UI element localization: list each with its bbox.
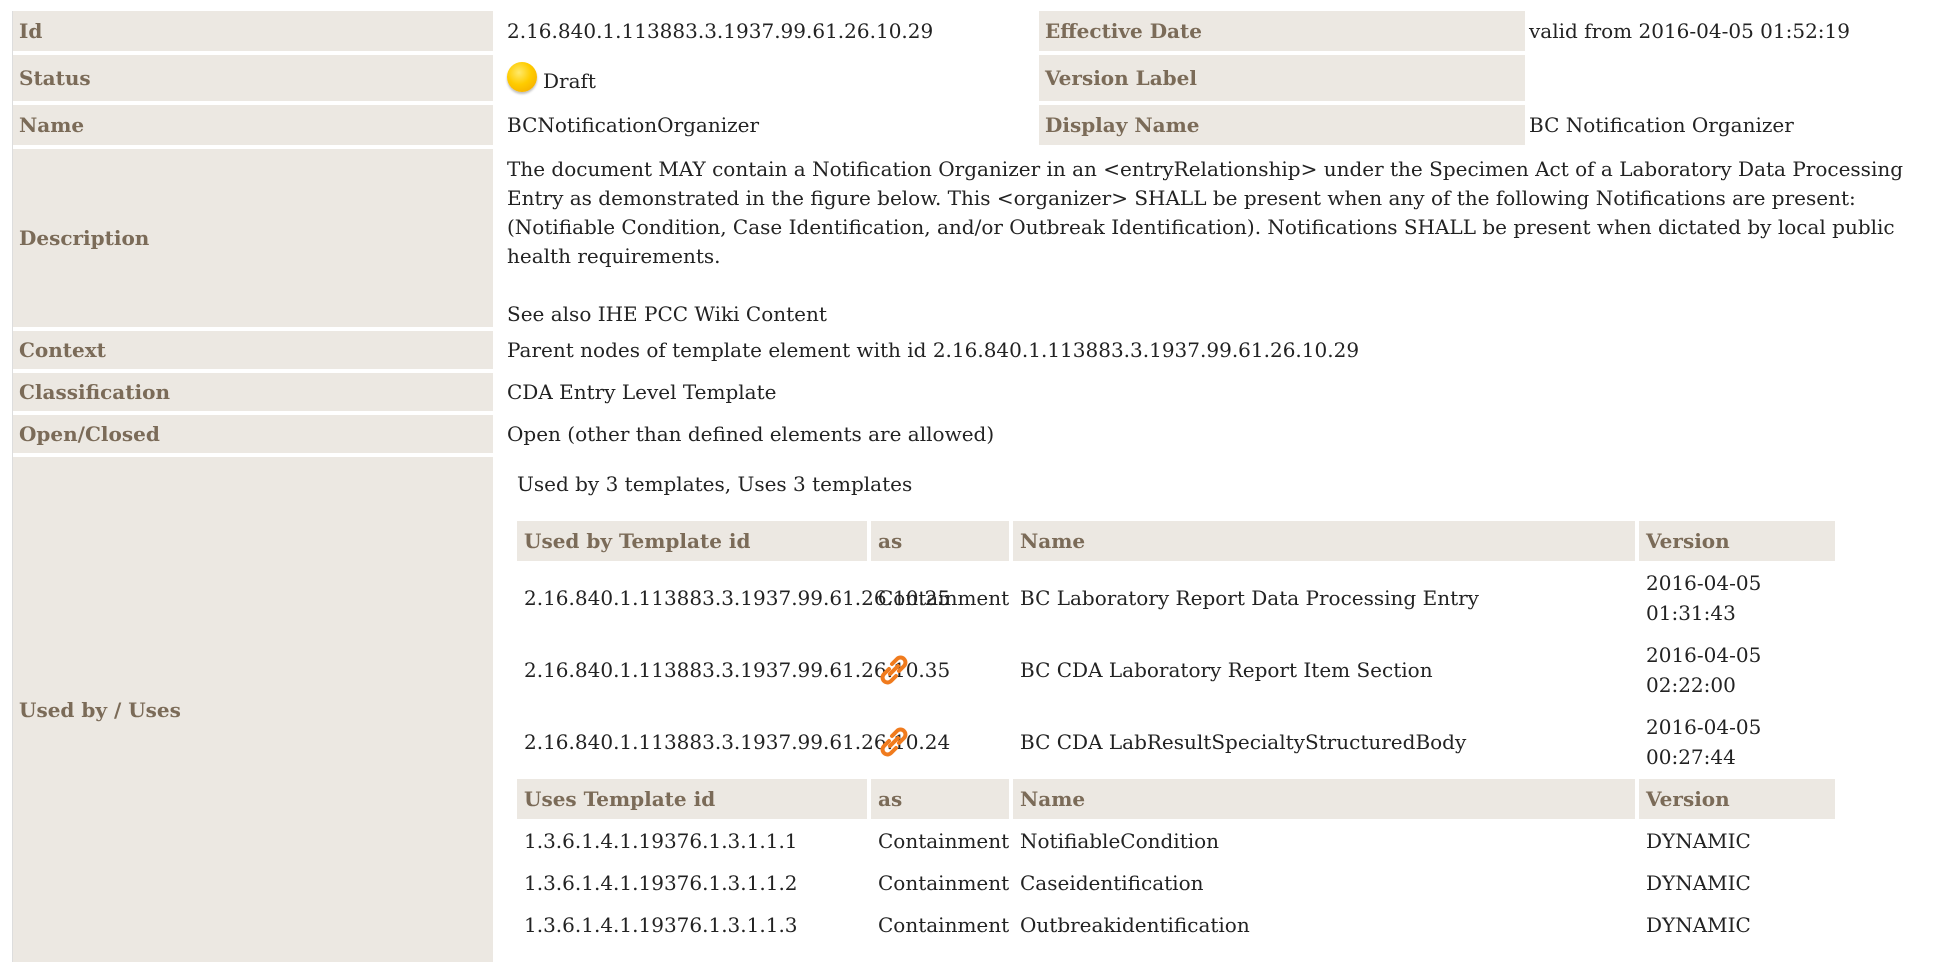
id-label: Id: [13, 11, 493, 51]
uses-row-1-as: Containment: [878, 829, 1010, 853]
used-by-row-2-as: [871, 637, 1013, 703]
used-by-row-1-as: Containment: [878, 586, 1010, 610]
row-status: Status Draft Version Label: [13, 55, 1948, 101]
uses-row-2-name[interactable]: Caseidentification: [1013, 863, 1639, 903]
effective-date-value: valid from 2016-04-05 01:52:19: [1529, 19, 1850, 43]
status-text: Draft: [543, 69, 596, 93]
uses-row-1-version: DYNAMIC: [1646, 829, 1751, 853]
used-by-header-version: Version: [1639, 521, 1835, 561]
context-label: Context: [13, 331, 493, 369]
version-date: 2016-04-05: [1646, 571, 1762, 595]
uses-row-1-id[interactable]: 1.3.6.1.4.1.19376.1.3.1.1.1: [517, 821, 871, 861]
effective-date-label: Effective Date: [1039, 11, 1525, 51]
description-text: The document MAY contain a Notification …: [507, 157, 1904, 268]
row-classification: Classification CDA Entry Level Template: [13, 373, 1948, 411]
status-value: Draft: [507, 55, 1027, 101]
used-by-row-3-id[interactable]: 2.16.840.1.113883.3.1937.99.61.26.10.24: [517, 709, 950, 775]
used-by-row-3-name[interactable]: BC CDA LabResultSpecialtyStructuredBody: [1013, 709, 1639, 775]
uses-row-2-id[interactable]: 1.3.6.1.4.1.19376.1.3.1.1.2: [517, 863, 871, 903]
version-date: 2016-04-05: [1646, 715, 1762, 739]
uses-row-3-version: DYNAMIC: [1646, 913, 1751, 937]
uses-header-version: Version: [1639, 779, 1835, 819]
used-by-header-id: Used by Template id: [517, 521, 867, 561]
version-time: 01:31:43: [1646, 601, 1736, 625]
name-label: Name: [13, 105, 493, 145]
description-value: The document MAY contain a Notification …: [507, 155, 1943, 329]
uses-row-3-id[interactable]: 1.3.6.1.4.1.19376.1.3.1.1.3: [517, 905, 871, 945]
row-id: Id 2.16.840.1.113883.3.1937.99.61.26.10.…: [13, 11, 1948, 51]
row-open-closed: Open/Closed Open (other than defined ele…: [13, 415, 1948, 453]
used-by-row-2-name[interactable]: BC CDA Laboratory Report Item Section: [1013, 637, 1639, 703]
used-by-row-2-version: 2016-04-05 02:22:00: [1639, 637, 1835, 703]
status-draft-icon: [507, 62, 537, 92]
uses-header-name: Name: [1013, 779, 1635, 819]
used-by-label: Used by / Uses: [13, 457, 493, 962]
used-by-row-1-version: 2016-04-05 01:31:43: [1639, 565, 1835, 631]
used-by-header-as: as: [871, 521, 1009, 561]
name-value: BCNotificationOrganizer: [507, 113, 760, 137]
usage-summary: Used by 3 templates, Uses 3 templates: [517, 472, 913, 496]
row-context: Context Parent nodes of template element…: [13, 331, 1948, 369]
open-closed-value: Open (other than defined elements are al…: [507, 422, 995, 446]
used-by-row-1-name[interactable]: BC Laboratory Report Data Processing Ent…: [1013, 565, 1639, 631]
classification-value: CDA Entry Level Template: [507, 380, 777, 404]
used-by-row-3-as: [871, 709, 1013, 775]
row-used-by-uses: Used by / Uses Used by 3 templates, Uses…: [13, 457, 1948, 962]
open-closed-label: Open/Closed: [13, 415, 493, 453]
uses-row-2-as: Containment: [878, 871, 1010, 895]
template-details-table: Id 2.16.840.1.113883.3.1937.99.61.26.10.…: [12, 11, 1948, 962]
used-by-header-name: Name: [1013, 521, 1635, 561]
link-icon[interactable]: [878, 654, 910, 686]
version-label-value: [1529, 55, 1939, 101]
version-time: 02:22:00: [1646, 673, 1736, 697]
description-see-also: See also IHE PCC Wiki Content: [507, 302, 827, 326]
uses-row-3-name[interactable]: Outbreakidentification: [1013, 905, 1639, 945]
version-label-label: Version Label: [1039, 55, 1525, 101]
row-name: Name BCNotificationOrganizer Display Nam…: [13, 105, 1948, 145]
link-icon[interactable]: [878, 726, 910, 758]
uses-header-as: as: [871, 779, 1009, 819]
id-value: 2.16.840.1.113883.3.1937.99.61.26.10.29: [507, 19, 934, 43]
used-by-row-3-version: 2016-04-05 00:27:44: [1639, 709, 1835, 775]
used-by-row-2-id[interactable]: 2.16.840.1.113883.3.1937.99.61.26.10.35: [517, 637, 950, 703]
row-description: Description The document MAY contain a N…: [13, 149, 1948, 327]
used-by-row-1-id[interactable]: 2.16.840.1.113883.3.1937.99.61.26.10.25: [517, 565, 950, 631]
display-name-label: Display Name: [1039, 105, 1525, 145]
version-time: 00:27:44: [1646, 745, 1736, 769]
version-date: 2016-04-05: [1646, 643, 1762, 667]
uses-row-2-version: DYNAMIC: [1646, 871, 1751, 895]
context-value: Parent nodes of template element with id…: [507, 338, 1360, 362]
classification-label: Classification: [13, 373, 493, 411]
uses-header-id: Uses Template id: [517, 779, 867, 819]
status-label: Status: [13, 55, 493, 101]
uses-row-1-name[interactable]: NotifiableCondition: [1013, 821, 1639, 861]
description-label: Description: [13, 149, 493, 327]
display-name-value: BC Notification Organizer: [1529, 113, 1794, 137]
uses-row-3-as: Containment: [878, 913, 1010, 937]
